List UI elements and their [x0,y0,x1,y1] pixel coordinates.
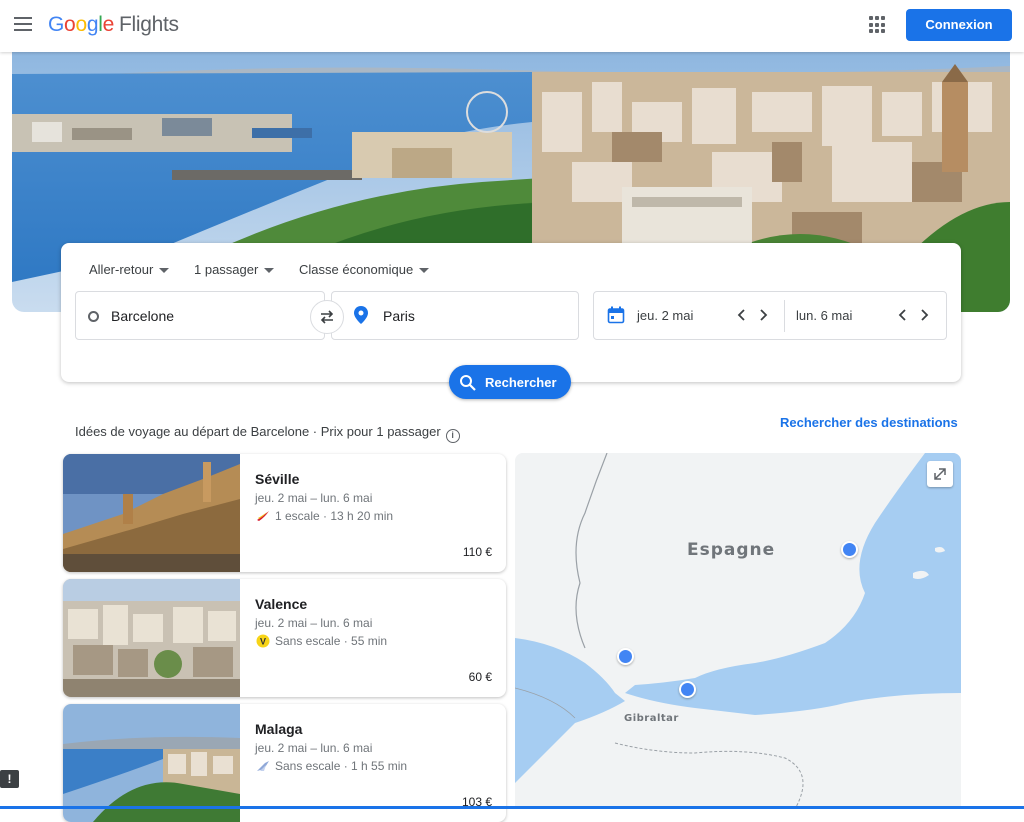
signin-button[interactable]: Connexion [906,9,1012,41]
card-price: 110 € [462,545,492,559]
valence-photo [63,579,240,697]
destination-value: Paris [383,308,415,324]
card-stops: Sans escale · 1 h 55 min [275,759,408,773]
depart-next-chevron-icon[interactable] [755,307,771,323]
search-button[interactable]: Rechercher [449,365,571,399]
map-terrain [515,453,961,809]
travel-ideas-text: Idées de voyage au départ de Barcelone ·… [75,424,441,439]
map-pin-seville[interactable] [617,648,634,665]
passengers-dropdown[interactable]: 1 passager [194,262,275,277]
return-next-chevron-icon[interactable] [916,307,932,323]
travel-ideas-heading: Idées de voyage au départ de Barcelone ·… [75,424,460,443]
card-stops: 1 escale · 13 h 20 min [275,509,394,523]
card-dates: jeu. 2 mai – lun. 6 mai [255,741,373,755]
trip-type-dropdown[interactable]: Aller-retour [89,262,170,277]
swap-button[interactable] [310,300,344,334]
card-city: Malaga [255,721,303,737]
location-pin-icon [354,306,368,324]
destination-card-seville[interactable]: Séville jeu. 2 mai – lun. 6 mai 1 escale… [63,454,506,572]
search-button-label: Rechercher [485,375,557,390]
destinations-map[interactable]: Espagne Gibraltar [515,453,961,809]
expand-icon [934,468,946,480]
top-app-bar: Google Flights Connexion [0,0,1024,52]
caret-down-icon [159,268,170,274]
map-pin-malaga[interactable] [679,681,696,698]
expand-map-button[interactable] [927,461,953,487]
airline-icon [257,761,269,771]
seville-photo [63,454,240,572]
card-city: Séville [255,471,300,487]
return-prev-chevron-icon[interactable] [895,307,911,323]
return-date-value: lun. 6 mai [796,308,853,323]
card-dates: jeu. 2 mai – lun. 6 mai [255,491,373,505]
destination-card-valence[interactable]: Valence jeu. 2 mai – lun. 6 mai V Sans e… [63,579,506,697]
card-stops: Sans escale · 55 min [275,634,388,648]
cabin-class-dropdown[interactable]: Classe économique [299,262,430,277]
caret-down-icon [419,268,430,274]
iberia-icon [257,511,269,521]
swap-arrows-icon [320,310,334,324]
vueling-badge-letter: V [260,637,266,647]
search-icon [460,375,476,391]
vueling-icon: V [256,634,270,648]
map-pin-valence[interactable] [841,541,858,558]
explore-destinations-link[interactable]: Rechercher des destinations [780,415,958,430]
depart-date-value: jeu. 2 mai [637,308,694,323]
origin-field[interactable]: Barcelone [75,291,325,340]
card-city: Valence [255,596,308,612]
calendar-icon [607,306,625,324]
malaga-photo [63,704,240,822]
origin-circle-icon [88,311,99,322]
caret-down-icon [264,268,275,274]
card-dates: jeu. 2 mai – lun. 6 mai [255,616,373,630]
apps-grid-icon[interactable] [869,16,887,34]
depart-prev-chevron-icon[interactable] [734,307,750,323]
feedback-icon[interactable]: ! [0,770,19,788]
date-divider [784,300,785,332]
menu-icon[interactable] [14,17,32,31]
destination-field[interactable]: Paris [331,291,579,340]
map-strait-label: Gibraltar [624,713,679,724]
info-icon[interactable]: i [445,429,460,443]
google-flights-logo[interactable]: Google Flights [48,13,179,37]
origin-value: Barcelone [111,308,175,324]
map-country-label: Espagne [687,540,776,560]
card-price: 60 € [468,670,492,684]
flight-search-form: Aller-retour 1 passager Classe économiqu… [61,243,961,382]
dates-field[interactable]: jeu. 2 mai lun. 6 mai [593,291,947,340]
destination-card-malaga[interactable]: Malaga jeu. 2 mai – lun. 6 mai Sans esca… [63,704,506,822]
